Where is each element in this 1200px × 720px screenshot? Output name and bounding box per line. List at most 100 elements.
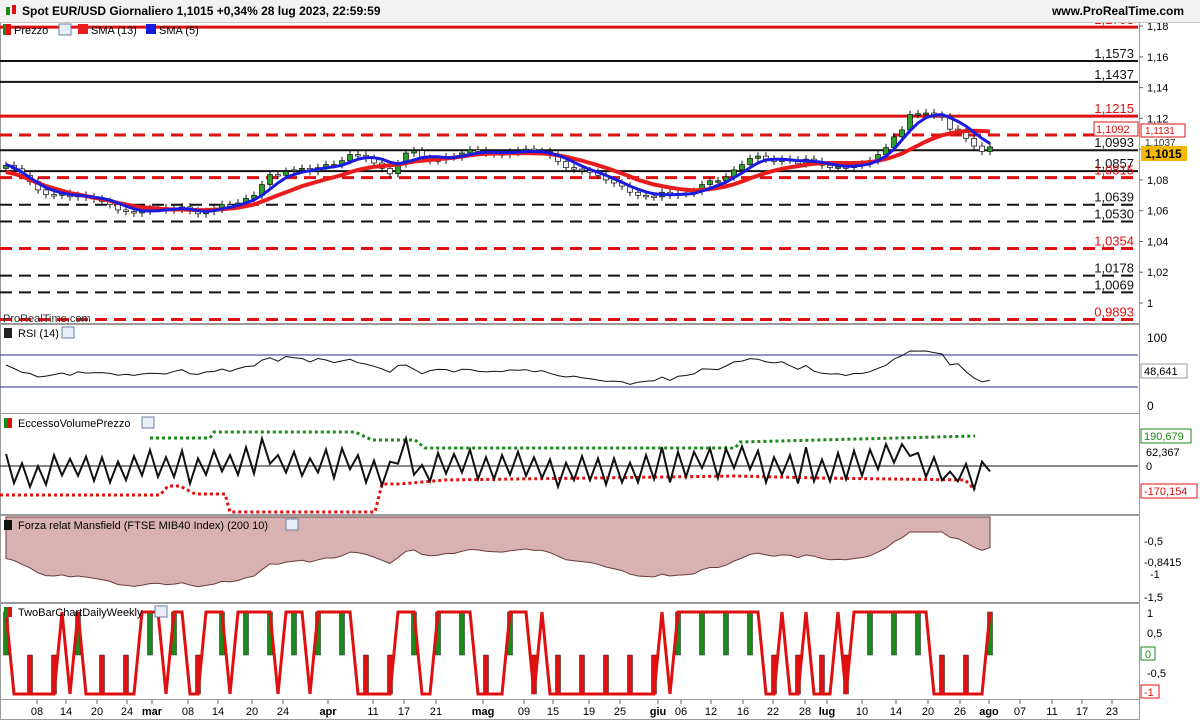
twobar-bar (699, 611, 705, 656)
site-link[interactable]: www.ProRealTime.com (1052, 4, 1184, 18)
x-tick-label: 08 (31, 706, 43, 718)
twobar-bar (963, 654, 969, 695)
settings-wrench-icon[interactable] (154, 605, 168, 618)
x-tick-label: 14 (212, 706, 224, 718)
x-tick-label: 17 (398, 706, 410, 718)
x-tick-label: 10 (856, 706, 868, 718)
x-tick-label: 28 (799, 706, 811, 718)
candle-body (387, 168, 393, 175)
x-tick-label: 17 (1076, 706, 1088, 718)
twobar-bar (891, 611, 897, 656)
chart-title: Spot EUR/USD Giornaliero 1,1015 +0,34% 2… (22, 4, 381, 18)
twobar-bar (603, 654, 609, 695)
candle-body (635, 191, 641, 196)
twobar-tick-05: 0,5 (1147, 628, 1162, 640)
twobar-bar (915, 611, 921, 656)
twobar-bar (147, 611, 153, 656)
twobar-bar (243, 611, 249, 656)
candle-body (299, 168, 305, 171)
price-legend: Prezzo SMA (13) SMA (5) (3, 23, 199, 37)
price-tick-label: 1,02 (1147, 267, 1168, 279)
price-tick-label: 1,06 (1147, 206, 1168, 218)
twobar-tick-1: 1 (1147, 608, 1153, 620)
twobar-bar (483, 654, 489, 695)
x-tick-label: 06 (675, 706, 687, 718)
candle-body (755, 155, 761, 159)
rsi-tick-0: 0 (1147, 399, 1154, 413)
candle-body (971, 138, 977, 147)
x-tick-label: 11 (367, 706, 378, 718)
level-label-9: 1,0530 (1094, 206, 1134, 221)
twobar-bar (339, 611, 345, 656)
volume-lower-tag: -170,154 (1144, 486, 1187, 498)
twobar-bar (291, 611, 297, 656)
price-tick-label: 1,08 (1147, 175, 1168, 187)
x-tick-label: 25 (614, 706, 626, 718)
rsi-line (5, 350, 991, 385)
twobar-bar (99, 654, 105, 695)
volume-legend-label: EccessoVolumePrezzo (18, 418, 131, 430)
rsi-value-tag: 48,641 (1144, 366, 1178, 378)
candle-body (347, 154, 353, 162)
mansfield-legend-label: Forza relat Mansfield (FTSE MIB40 Index)… (18, 520, 268, 532)
volume-mid-tag: 62,367 (1146, 447, 1180, 459)
x-tick-label: 14 (890, 706, 902, 718)
candle-body (475, 149, 481, 152)
candle-body (123, 209, 129, 212)
price-tick-label: 1,16 (1147, 52, 1168, 64)
candle-body (411, 150, 417, 154)
x-tick-label: ago (979, 706, 999, 718)
volume-excess-line (5, 434, 991, 493)
volume-legend: EccessoVolumePrezzo (4, 416, 155, 430)
mansfield-tick-c: -1,5 (1144, 592, 1163, 604)
candle-body (571, 167, 577, 170)
settings-wrench-icon[interactable] (141, 416, 155, 429)
x-tick-label: 09 (518, 706, 530, 718)
candle-body (579, 168, 585, 172)
price-tick-label: 1,04 (1147, 236, 1168, 248)
level-label-10: 1,0354 (1094, 234, 1134, 249)
chart-header: Spot EUR/USD Giornaliero 1,1015 +0,34% 2… (0, 0, 1200, 23)
candle-body (715, 180, 721, 183)
x-tick-label: 22 (767, 706, 779, 718)
settings-wrench-icon[interactable] (61, 326, 75, 339)
settings-wrench-icon[interactable] (58, 23, 72, 36)
price-axis: 1,181,161,141,121,11,081,061,041,021 (1139, 21, 1168, 310)
mansfield-value-tag: -0,8415 (1144, 557, 1181, 569)
x-tick-label: 08 (182, 706, 194, 718)
mansfield-tick-b: -1 (1150, 569, 1160, 581)
twobar-legend-label: TwoBarChartDailyWeekly (18, 607, 143, 619)
price-legend-label: Prezzo (14, 25, 48, 37)
level-label-1: 1,1573 (1094, 46, 1134, 61)
x-tick-label: 16 (737, 706, 749, 718)
candle-body (355, 154, 361, 157)
x-tick-label: 15 (547, 706, 559, 718)
x-tick-label: 20 (246, 706, 258, 718)
twobar-bar (123, 654, 129, 695)
volume-zero-tag: 0 (1146, 461, 1152, 473)
x-tick-label: 11 (1046, 706, 1057, 718)
rsi-legend-label: RSI (14) (18, 328, 59, 340)
level-label-12: 1,0069 (1094, 277, 1134, 292)
twobar-bar (747, 611, 753, 656)
twobar-bar (363, 654, 369, 695)
twobar-tick-m05: -0,5 (1147, 668, 1166, 680)
level-label-2: 1,1437 (1094, 67, 1134, 82)
level-label-11: 1,0178 (1094, 261, 1134, 276)
level-label-13: 0,9893 (1094, 304, 1134, 319)
x-tick-label: lug (819, 706, 836, 718)
x-tick-label: 12 (705, 706, 717, 718)
twobar-bar (867, 611, 873, 656)
level-label-7: 1,0815 (1094, 163, 1134, 178)
x-tick-label: 20 (922, 706, 934, 718)
settings-wrench-icon[interactable] (285, 518, 299, 531)
x-tick-label: 23 (1106, 706, 1118, 718)
candle-body (835, 166, 841, 169)
candle-body (43, 189, 49, 195)
sma13-legend-label: SMA (13) (91, 25, 137, 37)
twobar-bar (627, 654, 633, 695)
twobar-bar (939, 654, 945, 695)
candle-body (51, 194, 57, 197)
x-tick-label: 26 (954, 706, 966, 718)
candle-body (979, 145, 985, 152)
